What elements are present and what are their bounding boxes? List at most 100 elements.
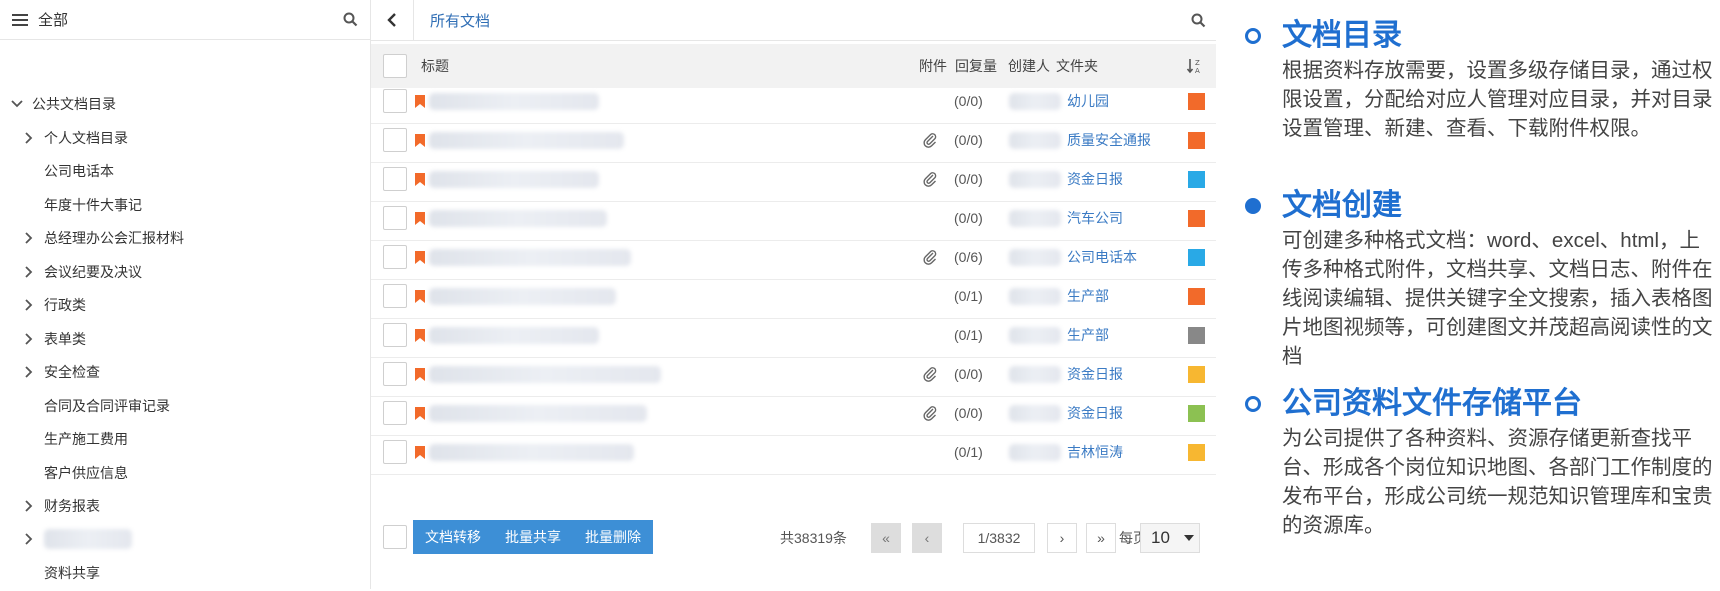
sidebar-item[interactable]: 公司电话本: [22, 153, 114, 189]
chevron-right-icon[interactable]: [22, 333, 36, 345]
table-row[interactable]: (0/1) 生产部: [371, 314, 1216, 358]
page-input[interactable]: [963, 523, 1035, 553]
bookmark-flag-icon: [415, 407, 425, 420]
redacted-title[interactable]: [429, 210, 607, 227]
redacted-title[interactable]: [429, 171, 599, 188]
sidebar-item[interactable]: 资料共享: [22, 555, 100, 591]
category-color-swatch: [1188, 288, 1205, 305]
sidebar-item[interactable]: 表单类: [22, 321, 86, 357]
table-row[interactable]: (0/0) 资金日报: [371, 158, 1216, 202]
sidebar-item[interactable]: 安全检查: [22, 354, 100, 390]
paperclip-icon[interactable]: [922, 132, 938, 148]
back-button[interactable]: [371, 0, 414, 40]
row-checkbox[interactable]: [383, 323, 407, 347]
redacted-creator: [1009, 444, 1061, 461]
sidebar-item[interactable]: 客户供应信息: [22, 455, 128, 491]
folder-link[interactable]: 资金日报: [1067, 158, 1123, 201]
redacted-title[interactable]: [429, 249, 631, 266]
chevron-right-icon[interactable]: [22, 500, 36, 512]
redacted-title[interactable]: [429, 93, 599, 110]
sidebar-item[interactable]: 年度十件大事记: [22, 187, 142, 223]
redacted-title[interactable]: [429, 327, 599, 344]
sidebar-item[interactable]: 公共文档目录: [10, 86, 116, 122]
redacted-creator: [1009, 171, 1061, 188]
first-page-button[interactable]: «: [871, 523, 901, 553]
reply-count: (0/0): [954, 366, 983, 382]
breadcrumb[interactable]: 所有文档: [430, 10, 1180, 31]
search-icon[interactable]: [1180, 13, 1216, 28]
redacted-title[interactable]: [429, 288, 616, 305]
row-checkbox[interactable]: [383, 284, 407, 308]
row-checkbox[interactable]: [383, 128, 407, 152]
table-row[interactable]: (0/0) 幼儿园: [371, 80, 1216, 124]
sidebar-item[interactable]: 合同及合同评审记录: [22, 388, 170, 424]
sidebar-item[interactable]: 行政类: [22, 287, 86, 323]
sort-az-icon[interactable]: ZA: [1186, 57, 1204, 75]
folder-link[interactable]: 生产部: [1067, 275, 1109, 318]
redacted-title[interactable]: [429, 444, 634, 461]
folder-link[interactable]: 幼儿园: [1067, 80, 1109, 123]
table-row[interactable]: (0/6) 公司电话本: [371, 236, 1216, 280]
reply-count: (0/1): [954, 444, 983, 460]
chevron-right-icon[interactable]: [22, 299, 36, 311]
feature-heading: 公司资料文件存储平台: [1282, 387, 1582, 420]
footer-select-checkbox[interactable]: [383, 525, 407, 549]
search-icon[interactable]: [343, 12, 358, 27]
table-row[interactable]: (0/1) 生产部: [371, 275, 1216, 319]
redacted-title[interactable]: [429, 132, 624, 149]
row-checkbox[interactable]: [383, 245, 407, 269]
transfer-button[interactable]: 文档转移: [413, 520, 493, 554]
sidebar-item[interactable]: 生产施工费用: [22, 421, 128, 457]
next-page-button[interactable]: ›: [1047, 523, 1077, 553]
folder-link[interactable]: 资金日报: [1067, 392, 1123, 435]
per-page-select[interactable]: 10: [1140, 523, 1200, 553]
folder-link[interactable]: 汽车公司: [1067, 197, 1123, 240]
hamburger-icon[interactable]: [12, 13, 28, 27]
document-list-panel: 所有文档 标题 附件 回复量 创建人 文件夹 ZA (0/0) 幼儿园 (0/0) 质…: [371, 0, 1216, 589]
category-color-swatch: [1188, 249, 1205, 266]
sidebar-item[interactable]: 会议纪要及决议: [22, 254, 142, 290]
row-checkbox[interactable]: [383, 401, 407, 425]
table-row[interactable]: (0/1) 吉林恒涛: [371, 431, 1216, 475]
batch-delete-button[interactable]: 批量删除: [573, 520, 653, 554]
sidebar-item[interactable]: [22, 521, 132, 557]
redacted-creator: [1009, 288, 1061, 305]
paperclip-icon[interactable]: [922, 405, 938, 421]
chevron-right-icon[interactable]: [22, 533, 36, 545]
folder-link[interactable]: 吉林恒涛: [1067, 431, 1123, 474]
feature-body: 为公司提供了各种资料、资源存储更新查找平台、形成各个岗位知识地图、各部门工作制度…: [1282, 427, 1713, 537]
prev-page-button[interactable]: ‹: [912, 523, 942, 553]
row-checkbox[interactable]: [383, 362, 407, 386]
table-row[interactable]: (0/0) 资金日报: [371, 353, 1216, 397]
redacted-creator: [1009, 327, 1061, 344]
sidebar-item[interactable]: 总经理办公会汇报材料: [22, 220, 184, 256]
folder-link[interactable]: 质量安全通报: [1067, 119, 1151, 162]
row-checkbox[interactable]: [383, 440, 407, 464]
sidebar-item-label: 公共文档目录: [32, 96, 116, 112]
paperclip-icon[interactable]: [922, 366, 938, 382]
select-all-checkbox[interactable]: [383, 54, 407, 78]
row-checkbox[interactable]: [383, 167, 407, 191]
table-row[interactable]: (0/0) 汽车公司: [371, 197, 1216, 241]
table-row[interactable]: (0/0) 资金日报: [371, 392, 1216, 436]
folder-link[interactable]: 公司电话本: [1067, 236, 1137, 279]
folder-link[interactable]: 生产部: [1067, 314, 1109, 357]
chevron-down-icon[interactable]: [10, 100, 24, 108]
batch-share-button[interactable]: 批量共享: [493, 520, 573, 554]
chevron-right-icon[interactable]: [22, 232, 36, 244]
last-page-button[interactable]: »: [1086, 523, 1116, 553]
reply-count: (0/0): [954, 171, 983, 187]
folder-link[interactable]: 资金日报: [1067, 353, 1123, 396]
paperclip-icon[interactable]: [922, 171, 938, 187]
redacted-title[interactable]: [429, 366, 661, 383]
redacted-title[interactable]: [429, 405, 647, 422]
table-row[interactable]: (0/0) 质量安全通报: [371, 119, 1216, 163]
row-checkbox[interactable]: [383, 206, 407, 230]
paperclip-icon[interactable]: [922, 249, 938, 265]
row-checkbox[interactable]: [383, 89, 407, 113]
sidebar-item[interactable]: 个人文档目录: [22, 120, 128, 156]
sidebar-item[interactable]: 财务报表: [22, 488, 100, 524]
chevron-right-icon[interactable]: [22, 366, 36, 378]
chevron-right-icon[interactable]: [22, 132, 36, 144]
chevron-right-icon[interactable]: [22, 266, 36, 278]
